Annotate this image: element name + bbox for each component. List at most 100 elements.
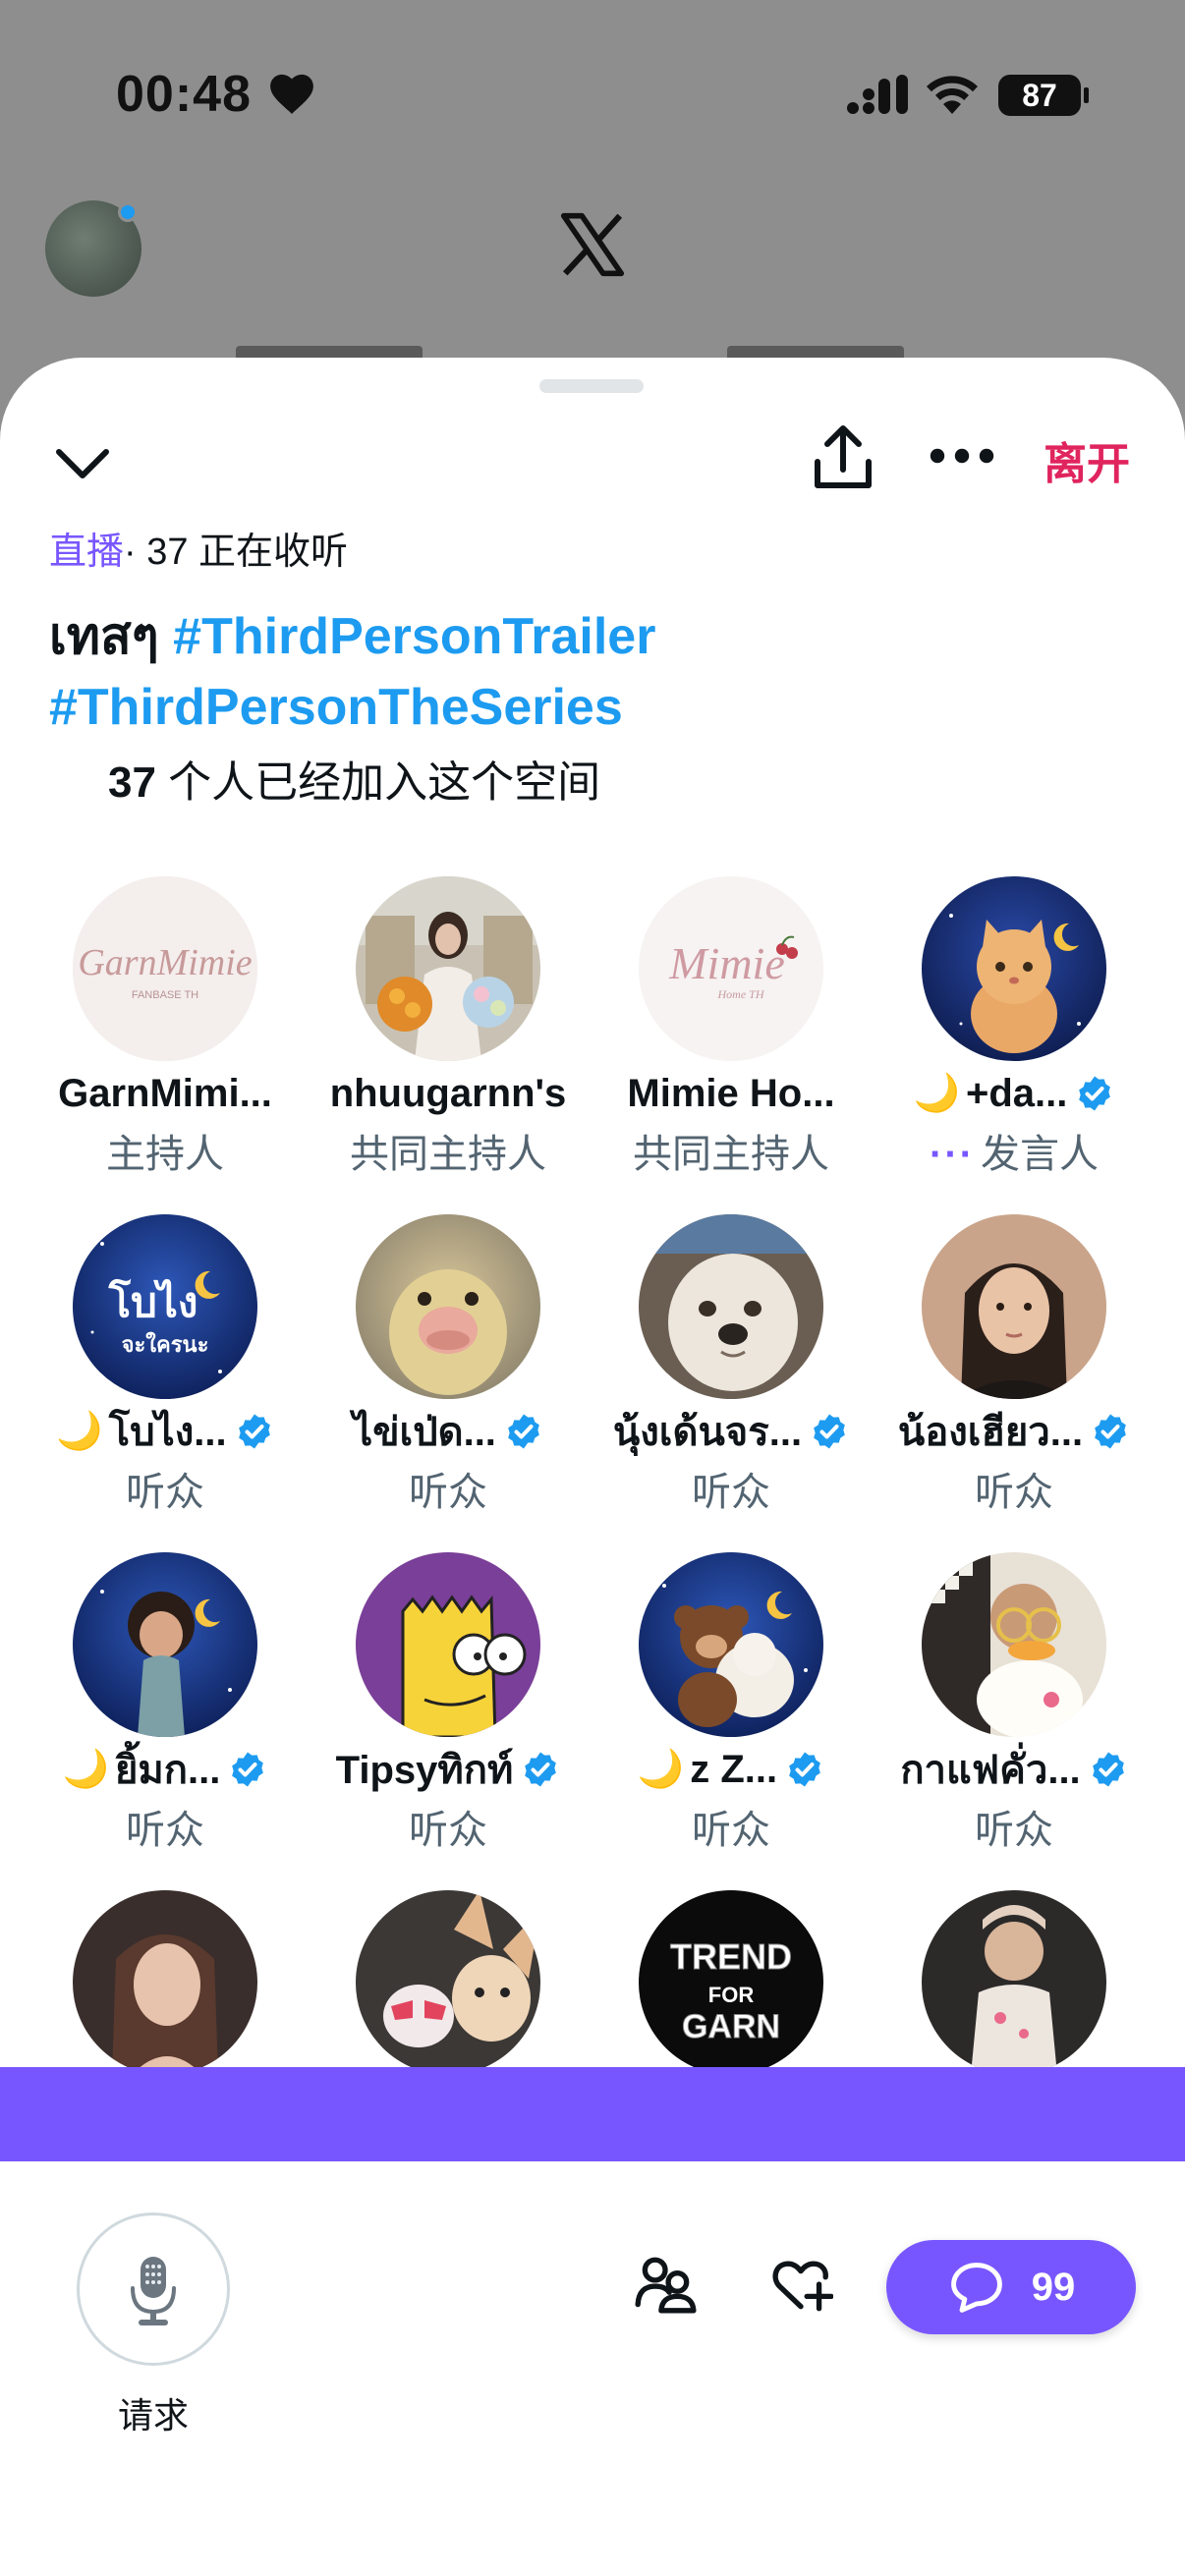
participant-name-text: ยิ้มก... [114,1749,221,1792]
participant-name-text: กาแฟคั่ว... [900,1749,1081,1792]
moon-emoji-icon: 🌙 [913,1073,960,1114]
verified-badge-icon [525,1752,557,1787]
participant-role: 听众 [409,1471,487,1514]
heart-plus-icon[interactable] [768,2252,833,2317]
status-bar: 00:48 87 [0,0,1185,177]
avatar-logo-subtext: FANBASE TH [132,989,198,1001]
verified-badge-icon [232,1752,264,1787]
chat-button[interactable]: 99 [886,2240,1136,2334]
verified-badge-icon [814,1414,845,1449]
chat-count: 99 [1031,2265,1076,2309]
joined-text: 个人已经加入这个空间 [155,758,601,807]
status-time: 00:48 [116,66,252,123]
participant-role: 听众 [975,1809,1053,1852]
moon-emoji-icon: 🌙 [62,1749,109,1790]
avatar-logo-text: GARN [682,2008,780,2045]
sheet-drag-handle[interactable] [539,379,644,393]
avatar: GarnMimie FANBASE TH [73,876,257,1061]
avatar [639,1552,823,1737]
notification-dot [118,202,138,222]
participant-name-text: โบไง... [108,1411,227,1454]
avatar [639,1214,823,1399]
avatar-logo-subtext: Home TH [717,987,765,1001]
verified-badge-icon [1095,1414,1126,1449]
participant-role: 听众 [126,1809,204,1852]
avatar-logo-text: โบไง [108,1278,198,1326]
avatar [73,1890,257,2075]
heart-icon [270,74,313,114]
moon-emoji-icon: 🌙 [56,1411,103,1452]
participant-name-text: nhuugarnn's [329,1071,567,1115]
request-mic-button[interactable] [77,2212,230,2366]
avatar [922,1552,1106,1737]
wifi-icon [927,76,978,114]
request-label: 请求 [117,2395,189,2436]
avatar: โบไง จะใครนะ [73,1214,257,1399]
share-icon[interactable] [812,422,875,493]
more-icon[interactable] [928,436,996,476]
participant-name: Tipsyทิกท์ [307,1745,590,1794]
live-status: 直播· 37 正在收听 [49,521,348,575]
participant-name: 🌙 +da... [873,1069,1156,1118]
participant-name: 🌙 ยิ้มก... [24,1745,307,1794]
verified-badge-icon [508,1414,539,1449]
moon-emoji-icon: 🌙 [637,1749,685,1790]
participant-role: 主持人 [106,1133,224,1176]
chat-bubble-icon [950,2263,1002,2313]
participant-name-text: น้องเฮียว... [897,1411,1084,1454]
avatar-logo-text: TREND [670,1936,792,1977]
participant-name: GarnMimi... [24,1069,307,1118]
avatar [356,1552,540,1737]
listening-count: · 37 正在收听 [124,532,349,573]
joined-count: 37 [108,758,156,807]
participant-name-text: +da... [965,1071,1068,1115]
participant-name: นุ้งเด้นจร... [590,1407,873,1456]
avatar [356,1214,540,1399]
joined-summary: 37 个人已经加入这个空间 [108,747,600,810]
participant-name: กาแฟคั่ว... [873,1745,1156,1794]
participant-name-text: GarnMimi... [58,1071,272,1115]
participant-name-text: ไข่เป่ด... [353,1411,496,1454]
verified-badge-icon [1079,1076,1111,1111]
avatar [922,1890,1106,2075]
participant-name: ไข่เป่ด... [307,1407,590,1456]
participant-role: 听众 [409,1809,487,1852]
participant-name: nhuugarnn's [307,1069,590,1118]
chevron-down-icon[interactable] [51,432,114,495]
space-title: เทสๆ #ThirdPersonTrailer #ThirdPersonThe… [49,601,1130,743]
avatar-logo-subtext: FOR [708,1983,755,2007]
participant-name: 🌙 z Z... [590,1745,873,1794]
space-sheet: 离开 直播· 37 正在收听 เทสๆ #ThirdPersonTrailer … [0,358,1185,2576]
verified-badge-icon [789,1752,820,1787]
avatar [922,1214,1106,1399]
participant-name: 🌙 โบไง... [24,1407,307,1456]
live-tag: 直播 [49,532,125,573]
leave-button[interactable]: 离开 [1044,428,1130,491]
microphone-icon [131,2257,176,2325]
hashtag-link[interactable]: #ThirdPersonTrailer [173,608,655,665]
speaking-indicator-icon: ··· [930,1133,975,1176]
participant-role: 听众 [692,1809,770,1852]
avatar [73,1552,257,1737]
title-text: เทสๆ [49,608,174,665]
participant-name-text: Mimie Ho... [627,1071,835,1115]
participant-name-text: นุ้งเด้นจร... [612,1411,803,1454]
people-icon[interactable] [633,2252,698,2317]
participant-name-text: z Z... [690,1747,778,1791]
participant-name: น้องเฮียว... [873,1407,1156,1456]
participant-role: 听众 [692,1471,770,1514]
verified-badge-icon [1092,1752,1124,1787]
avatar [356,876,540,1061]
hashtag-link[interactable]: #ThirdPersonTheSeries [49,679,623,736]
x-logo-icon [560,212,625,277]
participant-role: 听众 [126,1471,204,1514]
avatar [922,876,1106,1061]
participant-role: ··· 发言人 [873,1122,1156,1179]
avatar-logo-subtext: จะใครนะ [122,1331,209,1358]
participant-name-text: Tipsyทิกท์ [335,1749,514,1792]
verified-badge-icon [238,1414,270,1449]
avatar: TREND FOR GARN [639,1890,823,2075]
avatar: Mimie Home TH [639,876,823,1061]
participant-role-text: 发言人 [980,1133,1099,1176]
avatar-logo-text: Mimie [668,938,785,988]
